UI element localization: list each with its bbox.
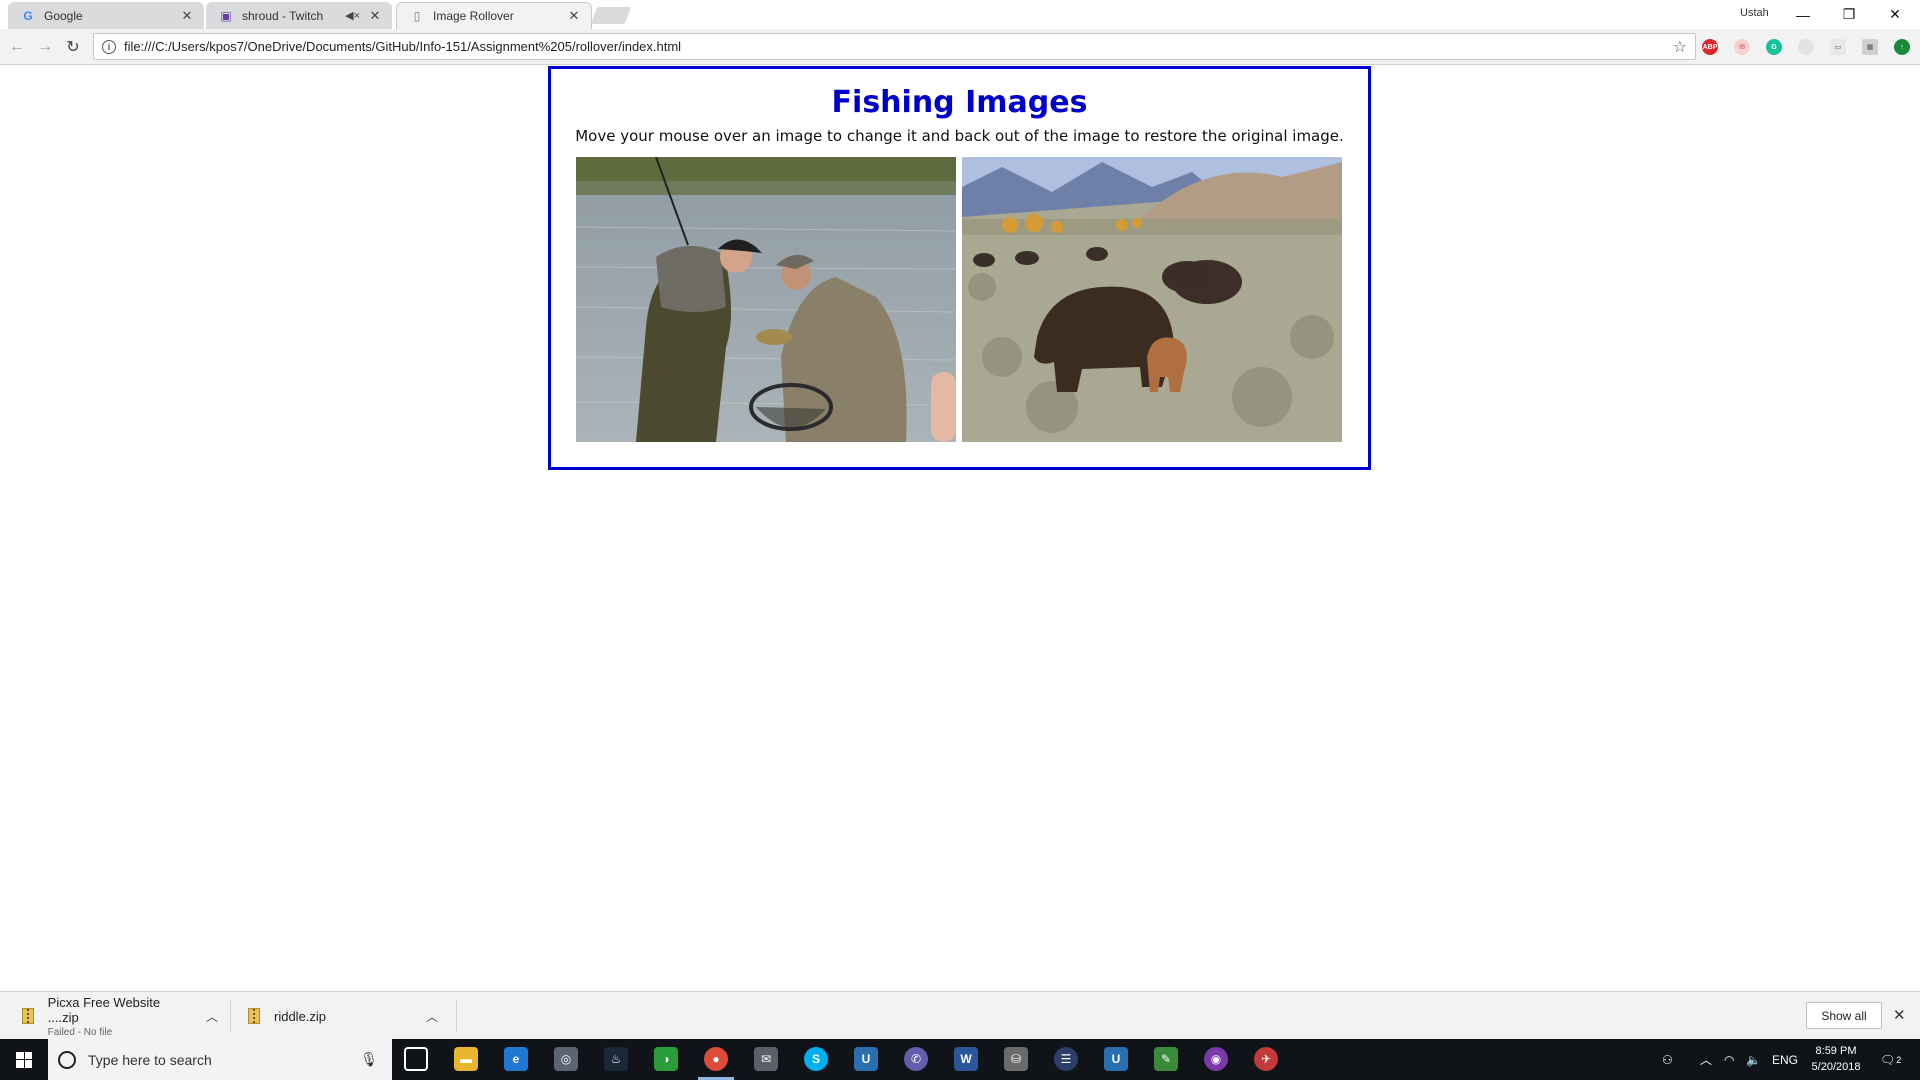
window-close-icon[interactable]: ✕	[1872, 0, 1918, 29]
divider	[456, 1000, 457, 1032]
search-placeholder: Type here to search	[88, 1051, 212, 1068]
extension-icon[interactable]	[1798, 39, 1814, 55]
cortana-icon	[58, 1050, 76, 1069]
browser-toolbar: ← → ↻ i file:///C:/Users/kpos7/OneDrive/…	[0, 29, 1920, 65]
viber-icon[interactable]: ✆	[904, 1047, 928, 1071]
word-icon[interactable]: W	[954, 1047, 978, 1071]
zip-file-icon	[22, 1008, 34, 1024]
show-all-button[interactable]: Show all	[1806, 1002, 1882, 1029]
volume-icon[interactable]: 🔈	[1746, 1039, 1761, 1080]
page-viewport: Fishing Images Move your mouse over an i…	[0, 66, 1920, 991]
task-view-icon[interactable]	[404, 1047, 428, 1071]
url-text: file:///C:/Users/kpos7/OneDrive/Document…	[124, 39, 682, 54]
google-icon: G	[23, 8, 33, 23]
tab-image-rollover[interactable]: ▯ Image Rollover ✕	[396, 2, 592, 29]
close-icon[interactable]: ✕	[180, 8, 194, 24]
zip-file-icon	[248, 1008, 260, 1024]
speaker-muted-icon[interactable]: ◀×	[345, 9, 360, 22]
app-icon[interactable]: U	[1104, 1047, 1128, 1071]
xbox-icon[interactable]: ◑	[654, 1047, 678, 1071]
info-icon[interactable]: i	[102, 39, 116, 54]
download-status: Failed - No file	[47, 1026, 113, 1038]
download-filename: Picxa Free Website ....zip	[47, 994, 161, 1025]
back-arrow-icon[interactable]: ←	[6, 36, 28, 58]
notepad-icon[interactable]: ✎	[1154, 1047, 1178, 1071]
discord-icon[interactable]: ◎	[554, 1047, 578, 1071]
people-icon[interactable]: ⚇	[1662, 1039, 1673, 1080]
clock-date: 5/20/2018	[1811, 1061, 1861, 1073]
steam-icon[interactable]: ♨	[604, 1047, 628, 1071]
notifications-icon[interactable]: 🗨 2	[1880, 1039, 1901, 1080]
bison-photo[interactable]	[962, 157, 1342, 442]
chevron-up-icon[interactable]: ︿	[1700, 1039, 1712, 1080]
restore-icon[interactable]: ❐	[1826, 0, 1872, 29]
system-clock[interactable]: 8:59 PM 5/20/2018	[1806, 1043, 1866, 1075]
app-icon[interactable]: U	[854, 1047, 878, 1071]
pdf-extension-icon[interactable]: ✉	[1734, 39, 1750, 55]
taskbar-search[interactable]: Type here to search 🎙	[48, 1039, 392, 1080]
taskbar: Type here to search 🎙 ▬ e ◎ ♨ ◑ ● ✉ S U …	[0, 1039, 1920, 1080]
wifi-icon[interactable]: ◠	[1724, 1039, 1734, 1080]
divider	[230, 1000, 231, 1032]
page-title: Fishing Images	[831, 85, 1088, 120]
notification-count: 2	[1896, 1054, 1902, 1065]
download-bar: Picxa Free Website ....zip Failed - No f…	[0, 991, 1920, 1039]
app-icon[interactable]: ☰	[1054, 1047, 1078, 1071]
content-frame: Fishing Images Move your mouse over an i…	[548, 66, 1371, 470]
new-tab-button[interactable]	[590, 7, 632, 24]
address-bar[interactable]: i file:///C:/Users/kpos7/OneDrive/Docume…	[93, 33, 1696, 60]
bookmark-star-icon[interactable]: ☆	[1673, 37, 1687, 57]
puzzle-extension-icon[interactable]: ▦	[1862, 39, 1878, 55]
file-explorer-icon[interactable]: ▬	[454, 1047, 478, 1071]
store-icon[interactable]: ⛁	[1004, 1047, 1028, 1071]
forward-arrow-icon[interactable]: →	[34, 36, 56, 58]
close-icon[interactable]: ✕	[567, 8, 581, 24]
mail-icon[interactable]: ✉	[754, 1047, 778, 1071]
app-icon[interactable]: ✈	[1254, 1047, 1278, 1071]
windows-logo-icon	[16, 1051, 32, 1068]
reload-icon[interactable]: ↻	[62, 36, 84, 58]
chevron-up-icon[interactable]: ︿	[426, 1008, 438, 1025]
download-filename: riddle.zip	[274, 1008, 327, 1024]
twitch-icon: ▣	[220, 8, 232, 23]
clock-time: 8:59 PM	[1815, 1045, 1857, 1057]
tab-strip: G Google ✕ ▣ shroud - Twitch ◀× ✕ ▯ Imag…	[0, 0, 1920, 29]
tab-google[interactable]: G Google ✕	[8, 2, 204, 29]
download-item[interactable]: riddle.zip ︿	[248, 992, 444, 1040]
keyboard-extension-icon[interactable]: ▭	[1830, 39, 1846, 55]
update-extension-icon[interactable]: ↑	[1894, 39, 1910, 55]
chrome-icon[interactable]: ●	[704, 1047, 728, 1071]
download-item[interactable]: Picxa Free Website ....zip Failed - No f…	[22, 992, 218, 1040]
tab-title: Image Rollover	[433, 9, 514, 23]
page-description: Move your mouse over an image to change …	[575, 127, 1344, 145]
tab-title: shroud - Twitch	[242, 8, 324, 23]
tab-twitch[interactable]: ▣ shroud - Twitch ◀× ✕	[206, 2, 392, 29]
minimize-icon[interactable]: —	[1780, 0, 1826, 29]
adblock-icon[interactable]: ABP	[1702, 39, 1718, 55]
microphone-icon[interactable]: 🎙	[360, 1051, 378, 1068]
fishermen-photo[interactable]	[576, 157, 956, 442]
page-icon: ▯	[413, 9, 421, 23]
profile-button[interactable]: Ustah	[1740, 7, 1769, 19]
chevron-up-icon[interactable]: ︿	[206, 1008, 218, 1025]
app-icon[interactable]: ◉	[1204, 1047, 1228, 1071]
tab-title: Google	[44, 8, 83, 23]
language-indicator[interactable]: ENG	[1772, 1039, 1798, 1080]
start-button[interactable]	[0, 1039, 48, 1080]
edge-icon[interactable]: e	[504, 1047, 528, 1071]
close-icon[interactable]: ✕	[1893, 1006, 1906, 1024]
close-icon[interactable]: ✕	[368, 8, 382, 24]
grammarly-icon[interactable]: G	[1766, 39, 1782, 55]
skype-icon[interactable]: S	[804, 1047, 828, 1071]
